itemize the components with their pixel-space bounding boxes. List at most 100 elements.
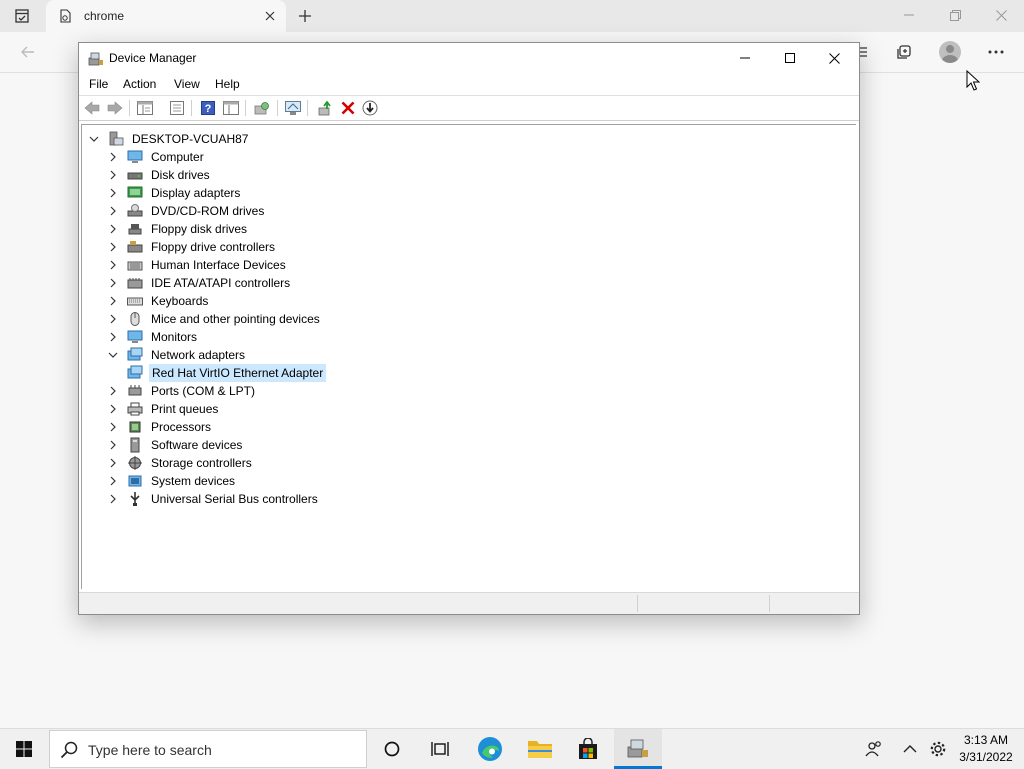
properties-icon[interactable] [169,100,185,116]
expand-chevron-icon[interactable] [108,224,118,234]
tree-category-item[interactable]: Network adapters [108,346,247,364]
monitor-icon [127,329,143,345]
show-hide-tree-icon[interactable] [137,100,153,116]
taskbar-search-box[interactable]: Type here to search [49,730,367,768]
tree-category-item[interactable]: Processors [108,418,213,436]
collapse-chevron-icon[interactable] [108,350,118,360]
expand-chevron-icon[interactable] [108,296,118,306]
tree-category-item[interactable]: Human Interface Devices [108,256,288,274]
tree-category-item[interactable]: Ports (COM & LPT) [108,382,257,400]
tree-item-label: Red Hat VirtIO Ethernet Adapter [149,364,327,382]
expand-chevron-icon[interactable] [108,260,118,270]
tree-category-item[interactable]: Print queues [108,400,220,418]
tree-category-item[interactable]: Software devices [108,436,244,454]
device-manager-taskbar-button[interactable] [614,729,662,769]
tree-root[interactable]: DESKTOP-VCUAH87 [89,130,250,148]
tree-child-item[interactable]: Red Hat VirtIO Ethernet Adapter [127,364,327,382]
expand-chevron-icon[interactable] [108,494,118,504]
tree-item-label: Floppy disk drives [151,222,248,236]
uninstall-icon[interactable] [340,100,356,116]
tree-category-item[interactable]: IDE ATA/ATAPI controllers [108,274,292,292]
tab-close-icon[interactable] [262,8,278,24]
device-manager-toolbar: ? [79,96,859,121]
back-icon[interactable] [84,100,100,116]
edge-taskbar-button[interactable] [466,729,514,769]
help-icon[interactable]: ? [200,100,216,116]
edge-icon [478,737,502,761]
display-icon[interactable] [285,100,301,116]
back-icon[interactable] [14,38,42,66]
tree-category-item[interactable]: DVD/CD-ROM drives [108,202,266,220]
toolbar-separator [129,100,130,116]
tree-category-item[interactable]: Keyboards [108,292,210,310]
browser-close-icon[interactable] [978,0,1024,30]
expand-chevron-icon[interactable] [108,476,118,486]
minimize-icon[interactable] [722,43,767,73]
browser-restore-icon[interactable] [932,0,978,30]
expand-chevron-icon[interactable] [108,422,118,432]
more-options-icon[interactable] [982,38,1010,66]
close-icon[interactable] [812,43,857,73]
toolbar-separator [245,100,246,116]
tree-category-item[interactable]: Computer [108,148,206,166]
menu-file[interactable]: File [89,77,108,91]
device-tree: DESKTOP-VCUAH87 Computer Disk drives Displ… [81,124,856,589]
menu-help[interactable]: Help [215,77,240,91]
status-pane [637,595,768,612]
clock-time: 3:13 AM [963,733,1009,747]
expand-chevron-icon[interactable] [108,152,118,162]
expand-chevron-icon[interactable] [108,314,118,324]
tree-item-label: DVD/CD-ROM drives [151,204,265,218]
browser-tab[interactable]: chrome [46,0,286,32]
device-manager-titlebar[interactable]: Device Manager [79,43,859,73]
cortana-button[interactable] [368,729,416,769]
tree-category-item[interactable]: Mice and other pointing devices [108,310,322,328]
browser-tab-bar: chrome [0,0,1024,32]
new-tab-icon[interactable] [294,6,316,26]
scan-changes-icon[interactable] [254,100,270,116]
file-explorer-button[interactable] [516,729,564,769]
menu-view[interactable]: View [174,77,200,91]
start-button[interactable] [0,729,48,769]
taskbar-clock[interactable]: 3:13 AM 3/31/2022 [954,732,1018,766]
computer-icon [127,149,143,165]
menu-action[interactable]: Action [123,77,156,91]
tree-category-item[interactable]: Storage controllers [108,454,254,472]
tree-category-item[interactable]: Monitors [108,328,199,346]
expand-chevron-icon[interactable] [108,440,118,450]
search-icon [60,741,78,759]
disable-icon[interactable] [362,100,378,116]
expand-chevron-icon[interactable] [108,278,118,288]
tree-category-item[interactable]: Display adapters [108,184,242,202]
view-icon[interactable] [223,100,239,116]
update-driver-icon[interactable] [317,100,333,116]
clock-date: 3/31/2022 [959,750,1013,764]
store-button[interactable] [564,729,612,769]
floppy-controller-icon [127,239,143,255]
expand-chevron-icon[interactable] [108,386,118,396]
device-manager-window: Device Manager File Action View Help ? D… [78,42,860,615]
tree-item-label: Monitors [151,330,198,344]
maximize-icon[interactable] [767,43,812,73]
task-view-button[interactable] [416,729,464,769]
tree-category-item[interactable]: Floppy drive controllers [108,238,277,256]
profile-avatar[interactable] [936,38,964,66]
tab-actions-icon[interactable] [10,6,34,26]
expand-chevron-icon[interactable] [108,404,118,414]
tree-category-item[interactable]: System devices [108,472,237,490]
expand-chevron-icon[interactable] [108,332,118,342]
tree-category-item[interactable]: Disk drives [108,166,212,184]
expand-chevron-icon[interactable] [108,458,118,468]
expand-chevron-icon[interactable] [108,206,118,216]
forward-icon[interactable] [107,100,123,116]
expand-chevron-icon[interactable] [108,242,118,252]
tree-category-item[interactable]: Universal Serial Bus controllers [108,490,320,508]
collapse-chevron-icon[interactable] [89,134,99,144]
cortana-icon [384,741,400,757]
mouse-icon [127,311,143,327]
expand-chevron-icon[interactable] [108,188,118,198]
tree-category-item[interactable]: Floppy disk drives [108,220,249,238]
collections-icon[interactable] [890,38,918,66]
browser-minimize-icon[interactable] [886,0,932,30]
expand-chevron-icon[interactable] [108,170,118,180]
